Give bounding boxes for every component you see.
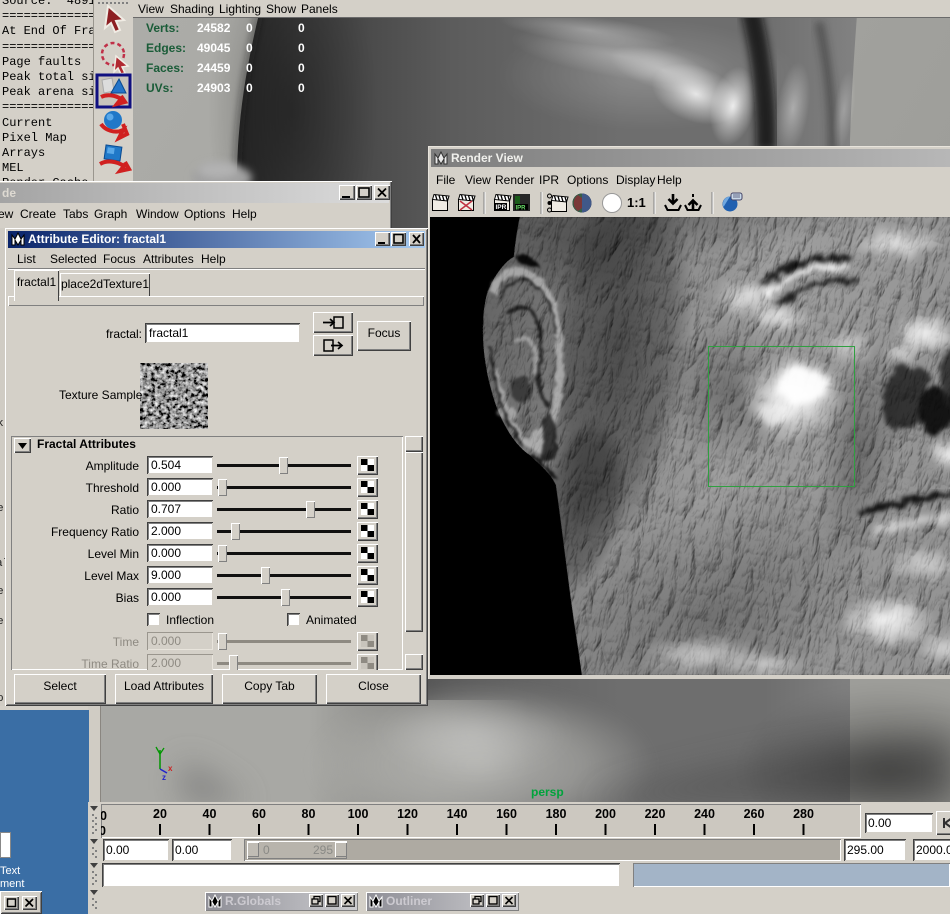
- svg-text:80: 80: [302, 807, 316, 821]
- svg-text:100: 100: [348, 807, 369, 821]
- svg-text:60: 60: [252, 807, 266, 821]
- svg-text:1:1: 1:1: [627, 195, 646, 210]
- svg-text:IPR: IPR: [496, 204, 507, 211]
- svg-text:z: z: [162, 773, 166, 782]
- svg-text:x: x: [168, 764, 173, 773]
- svg-text:120: 120: [397, 807, 418, 821]
- svg-text:280: 280: [793, 807, 814, 821]
- svg-text:IPR: IPR: [516, 206, 527, 212]
- svg-text:240: 240: [694, 807, 715, 821]
- svg-text:260: 260: [744, 807, 765, 821]
- svg-text:40: 40: [203, 807, 217, 821]
- svg-text:140: 140: [447, 807, 468, 821]
- svg-text:160: 160: [496, 807, 517, 821]
- svg-text:0: 0: [101, 824, 106, 838]
- svg-text:180: 180: [546, 807, 567, 821]
- svg-text:220: 220: [645, 807, 666, 821]
- svg-text:200: 200: [595, 807, 616, 821]
- svg-text:20: 20: [153, 807, 167, 821]
- svg-text:0: 0: [101, 809, 107, 823]
